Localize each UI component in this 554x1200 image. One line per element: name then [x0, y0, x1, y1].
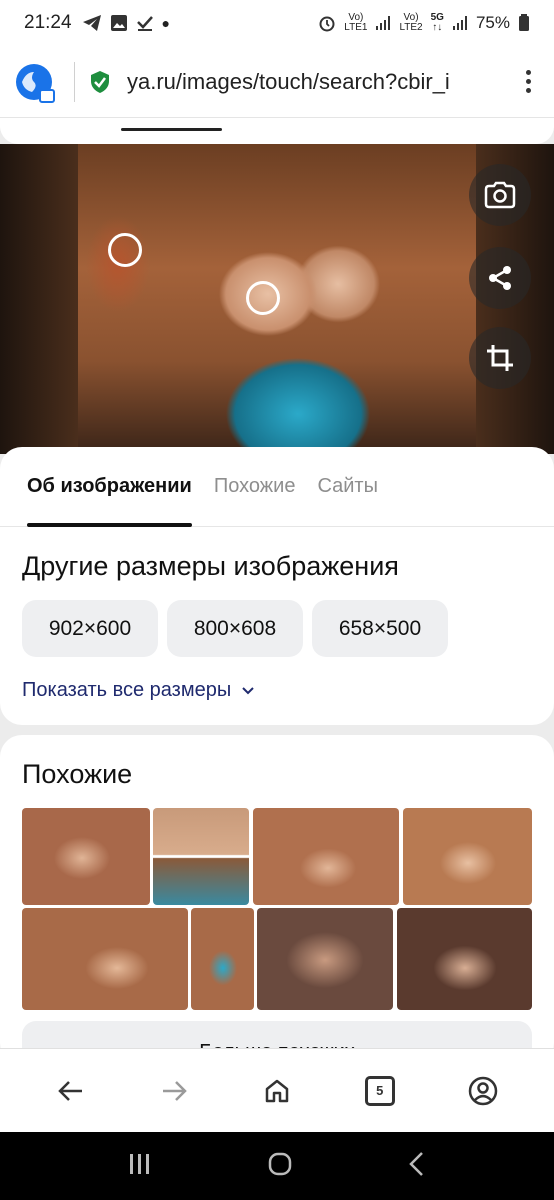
url-field[interactable]: ya.ru/images/touch/search?cbir_i	[127, 69, 497, 95]
similar-thumbnail[interactable]	[397, 908, 532, 1010]
recents-icon	[130, 1153, 149, 1174]
tab-count: 5	[364, 1075, 395, 1106]
browser-address-bar: ya.ru/images/touch/search?cbir_i	[0, 46, 554, 118]
similar-thumbnail[interactable]	[191, 908, 254, 1010]
object-hotspot-2[interactable]	[246, 281, 280, 315]
browser-bottom-nav: 5	[0, 1048, 554, 1132]
show-all-sizes-link[interactable]: Показать все размеры	[0, 657, 554, 702]
gallery-icon	[110, 15, 127, 31]
info-tabs: Об изображении Похожие Сайты	[0, 447, 554, 527]
share-icon	[489, 266, 511, 290]
share-button[interactable]	[469, 247, 531, 309]
other-sizes-title: Другие размеры изображения	[22, 551, 399, 581]
size-chip[interactable]: 902×600	[22, 600, 158, 657]
tab-sites[interactable]: Сайты	[317, 447, 378, 527]
camera-search-button[interactable]	[469, 164, 531, 226]
circle-home-icon	[268, 1152, 292, 1175]
arrow-right-icon	[163, 1080, 187, 1101]
similar-thumbnail[interactable]	[22, 908, 188, 1010]
site-settings-icon[interactable]	[16, 63, 55, 103]
image-viewer[interactable]	[0, 144, 554, 454]
tab-similar[interactable]: Похожие	[214, 447, 296, 527]
tabs-button[interactable]: 5	[352, 1063, 408, 1119]
battery-percent: 75%	[475, 13, 510, 32]
battery-icon	[519, 14, 529, 31]
sim2-indicator: Vo) LTE2	[399, 12, 423, 33]
alarm-icon	[319, 16, 335, 32]
android-nav-bar	[0, 1132, 554, 1200]
lock-icon	[39, 88, 55, 103]
size-chip[interactable]: 658×500	[312, 600, 448, 657]
secure-shield-icon	[91, 70, 109, 93]
android-back-button[interactable]	[407, 1151, 427, 1182]
check-download-icon	[136, 16, 153, 31]
crop-icon	[487, 345, 513, 371]
arrow-left-icon	[58, 1080, 83, 1101]
tab-indicator	[121, 128, 222, 131]
divider	[74, 61, 75, 102]
signal1-icon	[376, 16, 391, 30]
status-time: 21:24	[24, 12, 72, 33]
back-button[interactable]	[43, 1063, 99, 1119]
recents-button[interactable]	[127, 1152, 153, 1181]
image-info-card: Об изображении Похожие Сайты Другие разм…	[0, 447, 554, 725]
show-all-sizes-label: Показать все размеры	[22, 679, 232, 701]
chevron-left-icon	[409, 1151, 423, 1176]
tab-about-image[interactable]: Об изображении	[27, 447, 192, 527]
forward-button[interactable]	[146, 1063, 202, 1119]
profile-button[interactable]	[455, 1063, 511, 1119]
status-bar: 21:24 ● Vo) LTE1 Vo) LTE2 5G ↑↓ 75%	[0, 0, 554, 46]
similar-thumbnail[interactable]	[403, 808, 532, 905]
size-chip[interactable]: 800×608	[167, 600, 303, 657]
status-right: Vo) LTE1 Vo) LTE2 5G ↑↓ 75%	[318, 13, 530, 33]
crop-button[interactable]	[469, 327, 531, 389]
camera-search-icon	[484, 181, 516, 209]
top-sheet	[0, 118, 554, 144]
similar-thumbnail[interactable]	[253, 808, 399, 905]
sim1-indicator: Vo) LTE1	[344, 12, 368, 33]
size-chips: 902×600 800×608 658×500	[0, 582, 554, 657]
similar-card: Похожие Больше похожих	[0, 735, 554, 1071]
dot-icon: ●	[161, 15, 171, 31]
account-icon	[468, 1076, 497, 1105]
similar-thumbnail[interactable]	[257, 908, 393, 1010]
similar-title: Похожие	[22, 759, 133, 789]
similar-thumbnail[interactable]	[22, 808, 150, 905]
menu-kebab-icon[interactable]	[518, 70, 538, 93]
android-home-button[interactable]	[267, 1151, 293, 1182]
telegram-icon	[82, 15, 101, 31]
home-icon	[265, 1079, 289, 1102]
notification-icons: ●	[82, 14, 170, 32]
chevron-down-icon	[242, 686, 254, 694]
signal2-icon	[452, 16, 467, 30]
object-hotspot-1[interactable]	[108, 233, 142, 267]
screen: 21:24 ● Vo) LTE1 Vo) LTE2 5G ↑↓ 75% ya.ru/i…	[0, 0, 554, 1200]
similar-thumbnail[interactable]	[153, 808, 249, 905]
network-type: 5G ↑↓	[430, 12, 444, 33]
image-blur-left	[0, 144, 78, 454]
home-button[interactable]	[249, 1063, 305, 1119]
